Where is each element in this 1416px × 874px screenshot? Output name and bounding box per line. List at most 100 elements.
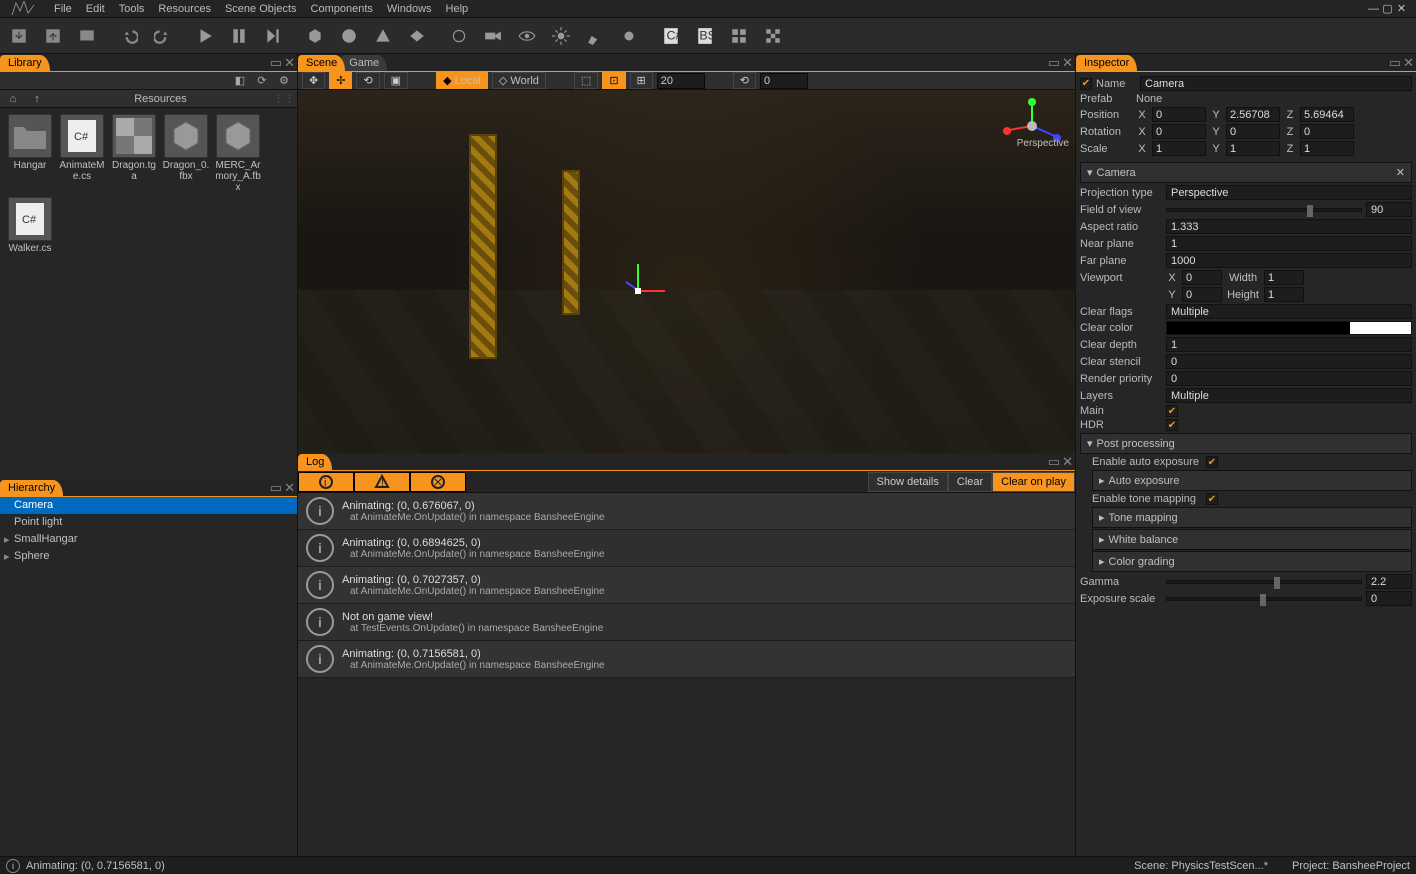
tab-scene[interactable]: Scene — [298, 55, 345, 71]
tab-hierarchy[interactable]: Hierarchy — [0, 480, 63, 496]
clearcolor-swatch[interactable] — [1166, 321, 1412, 335]
scale-y[interactable] — [1226, 141, 1280, 156]
csharp-script-button[interactable]: C# — [656, 22, 686, 50]
panel-close-icon[interactable]: ✕ — [1062, 454, 1073, 470]
cleardepth-field[interactable] — [1166, 337, 1412, 352]
panel-close-icon[interactable]: ✕ — [1403, 55, 1414, 71]
color-grading-foldout[interactable]: ▸Color grading — [1092, 551, 1412, 572]
panel-close-icon[interactable]: ✕ — [284, 55, 295, 71]
gamma-field[interactable] — [1366, 574, 1412, 589]
brush-button[interactable] — [580, 22, 610, 50]
menu-windows[interactable]: Windows — [387, 3, 432, 15]
snap-rotate-icon[interactable]: ⟲ — [733, 72, 756, 89]
scene-viewport[interactable]: Perspective — [298, 90, 1075, 453]
panel-dock-icon[interactable]: ▭ — [270, 480, 282, 496]
tab-log[interactable]: Log — [298, 454, 332, 470]
open-scene-button[interactable] — [38, 22, 68, 50]
sun-button[interactable] — [614, 22, 644, 50]
near-field[interactable] — [1166, 236, 1412, 251]
tone-mapping-foldout[interactable]: ▸Tone mapping — [1092, 507, 1412, 528]
menu-resources[interactable]: Resources — [158, 3, 211, 15]
close-icon[interactable]: ✕ — [1395, 2, 1408, 15]
panel-dock-icon[interactable]: ▭ — [1048, 55, 1060, 71]
scale-z[interactable] — [1300, 141, 1354, 156]
log-entry[interactable]: iAnimating: (0, 0.6894625, 0)at AnimateM… — [298, 530, 1075, 567]
create-camera-button[interactable] — [478, 22, 508, 50]
clearstencil-field[interactable] — [1166, 354, 1412, 369]
object-enabled-checkbox[interactable] — [1080, 78, 1092, 90]
space-world-button[interactable]: ◇ World — [492, 72, 546, 89]
menu-edit[interactable]: Edit — [86, 3, 105, 15]
asset-item[interactable]: Hangar — [6, 114, 54, 193]
rotation-z[interactable] — [1300, 124, 1354, 139]
rotation-y[interactable] — [1226, 124, 1280, 139]
log-entry[interactable]: iAnimating: (0, 0.7027357, 0)at AnimateM… — [298, 567, 1075, 604]
panel-dock-icon[interactable]: ▭ — [270, 55, 282, 71]
position-x[interactable] — [1152, 107, 1206, 122]
library-refresh-icon[interactable]: ⟳ — [253, 73, 271, 89]
log-entry[interactable]: iNot on game view!at TestEvents.OnUpdate… — [298, 604, 1075, 641]
panel-close-icon[interactable]: ✕ — [1062, 55, 1073, 71]
panel-dock-icon[interactable]: ▭ — [1389, 55, 1401, 71]
viewport-w[interactable] — [1264, 270, 1304, 285]
auto-exposure-foldout[interactable]: ▸Auto exposure — [1092, 470, 1412, 491]
layers-dropdown[interactable]: Multiple — [1166, 388, 1412, 403]
viewport-h[interactable] — [1264, 287, 1304, 302]
panel-dock-icon[interactable]: ▭ — [1048, 454, 1060, 470]
tab-game[interactable]: Game — [341, 55, 387, 71]
snap-move-icon[interactable]: ⬚ — [574, 72, 598, 89]
far-field[interactable] — [1166, 253, 1412, 268]
create-quad-button[interactable] — [402, 22, 432, 50]
library-back-icon[interactable]: ◧ — [231, 73, 249, 89]
chevron-right-icon[interactable]: ▸ — [4, 533, 10, 546]
name-field[interactable] — [1140, 76, 1412, 91]
library-settings-icon[interactable]: ⚙ — [275, 73, 293, 89]
up-icon[interactable]: ↑ — [28, 91, 46, 107]
undo-button[interactable] — [114, 22, 144, 50]
log-filter-error[interactable] — [410, 472, 466, 492]
maximize-icon[interactable]: ▢ — [1381, 2, 1394, 15]
hand-tool-icon[interactable]: ✥ — [302, 72, 325, 89]
fov-slider[interactable] — [1166, 208, 1362, 212]
log-filter-warning[interactable]: ! — [354, 472, 410, 492]
tree-item[interactable]: Camera — [0, 497, 297, 514]
snap-rotate-field[interactable] — [760, 73, 808, 89]
axis-widget[interactable] — [997, 98, 1067, 158]
rotate-tool-icon[interactable]: ⟲ — [356, 72, 379, 89]
save-scene-button[interactable] — [4, 22, 34, 50]
remove-component-icon[interactable]: ✕ — [1396, 166, 1405, 179]
create-empty-button[interactable] — [444, 22, 474, 50]
checker-toggle-button[interactable] — [758, 22, 788, 50]
main-checkbox[interactable] — [1166, 405, 1178, 417]
toggle-visibility-button[interactable] — [512, 22, 542, 50]
rotation-x[interactable] — [1152, 124, 1206, 139]
scale-x[interactable] — [1152, 141, 1206, 156]
create-cone-button[interactable] — [368, 22, 398, 50]
panel-close-icon[interactable]: ✕ — [284, 480, 295, 496]
viewport-x[interactable] — [1182, 270, 1222, 285]
redo-button[interactable] — [148, 22, 178, 50]
step-button[interactable] — [258, 22, 288, 50]
create-cube-button[interactable] — [300, 22, 330, 50]
play-button[interactable] — [190, 22, 220, 50]
home-icon[interactable]: ⌂ — [4, 91, 22, 107]
hdr-checkbox[interactable] — [1166, 419, 1178, 431]
tree-item[interactable]: ▸Sphere — [0, 548, 297, 565]
scale-tool-icon[interactable]: ▣ — [384, 72, 408, 89]
create-light-button[interactable] — [546, 22, 576, 50]
tab-library[interactable]: Library — [0, 55, 50, 71]
space-local-button[interactable]: ◆ Local — [436, 72, 488, 89]
aspect-field[interactable] — [1166, 219, 1412, 234]
library-grip-icon[interactable]: ⋮⋮ — [275, 91, 293, 107]
create-sphere-button[interactable] — [334, 22, 364, 50]
clear-on-play-button[interactable]: Clear on play — [992, 472, 1075, 492]
clear-button[interactable]: Clear — [948, 472, 992, 492]
show-details-button[interactable]: Show details — [868, 472, 948, 492]
save-project-button[interactable] — [72, 22, 102, 50]
move-tool-icon[interactable]: ✢ — [329, 72, 352, 89]
log-entry[interactable]: iAnimating: (0, 0.676067, 0)at AnimateMe… — [298, 493, 1075, 530]
menu-scene-objects[interactable]: Scene Objects — [225, 3, 297, 15]
white-balance-foldout[interactable]: ▸White balance — [1092, 529, 1412, 550]
post-processing-foldout[interactable]: ▾Post processing — [1080, 433, 1412, 454]
minimize-icon[interactable]: — — [1367, 2, 1380, 15]
